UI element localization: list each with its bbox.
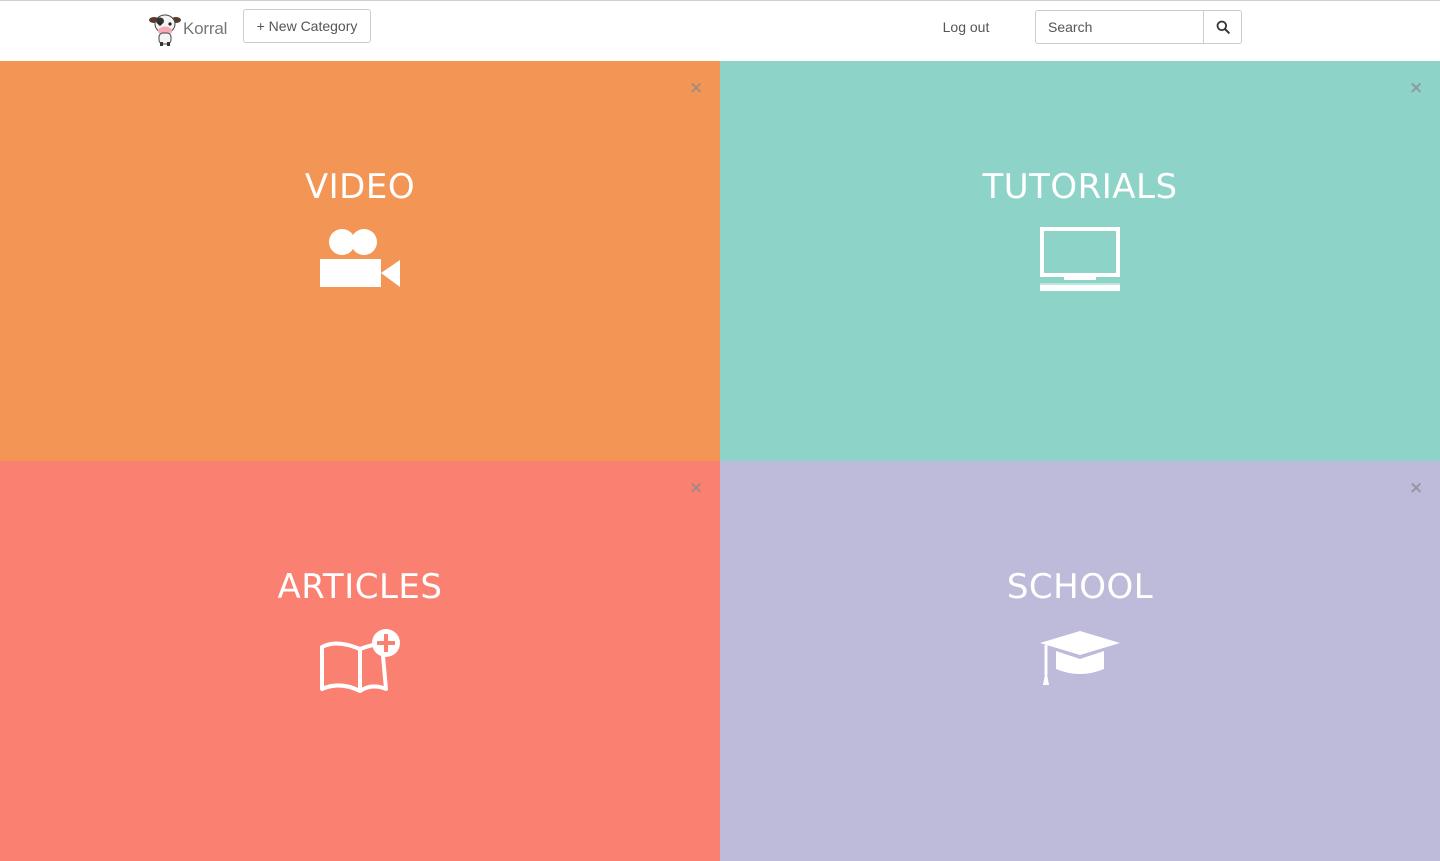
navbar: Korral + New Category Log out	[0, 0, 1440, 61]
search-input[interactable]	[1035, 10, 1203, 44]
brand-name: Korral	[183, 19, 228, 38]
category-tile-video[interactable]: × VIDEO	[0, 61, 720, 461]
close-icon[interactable]: ×	[689, 479, 703, 497]
brand-link[interactable]: Korral	[149, 11, 227, 47]
category-title: TUTORIALS	[982, 167, 1178, 207]
search-icon	[1216, 20, 1230, 34]
category-tile-articles[interactable]: × ARTICLES	[0, 461, 720, 861]
close-icon[interactable]: ×	[1409, 79, 1423, 97]
graduation-cap-icon	[1040, 631, 1120, 685]
search-button[interactable]	[1203, 10, 1242, 44]
logout-link[interactable]: Log out	[930, 19, 1002, 35]
category-title: VIDEO	[304, 167, 416, 207]
category-title: ARTICLES	[277, 567, 443, 607]
book-add-icon	[320, 629, 400, 693]
close-icon[interactable]: ×	[689, 79, 703, 97]
category-title: SCHOOL	[1006, 567, 1154, 607]
monitor-icon	[1040, 227, 1120, 291]
video-camera-icon	[320, 229, 400, 287]
cow-logo-icon	[149, 14, 181, 46]
close-icon[interactable]: ×	[1409, 479, 1423, 497]
search-form	[1035, 10, 1242, 44]
category-tile-school[interactable]: × SCHOOL	[720, 461, 1440, 861]
category-tile-tutorials[interactable]: × TUTORIALS	[720, 61, 1440, 461]
new-category-button[interactable]: + New Category	[243, 9, 371, 43]
